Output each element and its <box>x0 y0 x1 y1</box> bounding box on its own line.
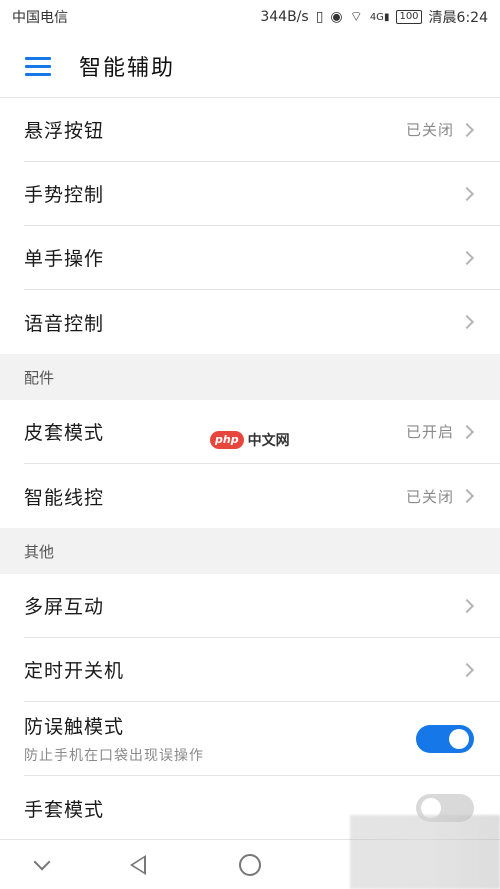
row-label: 皮套模式 <box>24 422 105 444</box>
eye-comfort-icon: ◉ <box>330 9 343 25</box>
section-header-other: 其他 <box>0 528 500 574</box>
row-mistouch-mode[interactable]: 防误触模式 防止手机在口袋出现误操作 <box>24 702 500 776</box>
nav-back-button[interactable] <box>108 840 168 889</box>
chevron-right-icon <box>459 122 475 137</box>
nav-home-button[interactable] <box>220 840 280 889</box>
chevron-right-icon <box>459 250 475 265</box>
row-label: 手套模式 <box>24 798 105 821</box>
chevron-right-icon <box>459 598 475 613</box>
row-label: 定时开关机 <box>24 660 125 682</box>
chevron-right-icon <box>459 424 475 439</box>
row-floating-button[interactable]: 悬浮按钮 已关闭 <box>24 98 500 162</box>
chevron-right-icon <box>459 314 475 330</box>
row-label: 防误触模式 <box>24 716 125 738</box>
row-label: 单手操作 <box>24 248 105 270</box>
home-circle-icon <box>239 854 261 876</box>
row-flip-cover-mode[interactable]: 皮套模式 已开启 <box>24 400 500 464</box>
chevron-right-icon <box>459 662 475 677</box>
status-bar: 中国电信 344B/s ▯ ◉ ⌔ 4G▮ 100 清晨6:24 <box>0 0 500 34</box>
row-multi-screen[interactable]: 多屏互动 <box>24 574 500 638</box>
menu-icon[interactable] <box>25 55 53 77</box>
row-label: 多屏互动 <box>24 596 105 618</box>
row-label: 语音控制 <box>24 312 105 335</box>
row-label: 智能线控 <box>24 486 105 509</box>
row-value: 已关闭 <box>405 121 454 139</box>
signal-icon: 4G▮ <box>369 11 390 23</box>
row-value: 已关闭 <box>405 487 454 506</box>
page-title: 智能辅助 <box>79 55 176 81</box>
vibrate-icon: ▯ <box>315 9 324 25</box>
settings-group-accessories: 皮套模式 已开启 智能线控 已关闭 <box>0 400 500 528</box>
wifi-icon: ⌔ <box>349 9 363 25</box>
row-label: 悬浮按钮 <box>24 120 105 142</box>
section-header-accessories: 配件 <box>0 354 500 400</box>
clock: 清晨6:24 <box>428 10 488 26</box>
settings-list[interactable]: 悬浮按钮 已关闭 手势控制 单手操作 语音控制 配件 皮套模式 已开启 智能线控… <box>0 98 500 839</box>
row-smart-remote[interactable]: 智能线控 已关闭 <box>24 464 500 528</box>
app-bar: 智能辅助 <box>0 34 500 98</box>
row-label: 手势控制 <box>24 184 105 206</box>
battery-icon: 100 <box>396 10 422 24</box>
mistouch-toggle[interactable] <box>416 724 474 753</box>
pixelated-overlay <box>350 815 500 889</box>
chevron-right-icon <box>459 488 475 504</box>
net-speed: 344B/s <box>260 9 309 25</box>
status-icons: 344B/s ▯ ◉ ⌔ 4G▮ 100 清晨6:24 <box>260 7 488 27</box>
back-triangle-icon <box>130 855 146 875</box>
settings-group-main: 悬浮按钮 已关闭 手势控制 单手操作 语音控制 <box>0 98 500 354</box>
settings-group-other: 多屏互动 定时开关机 防误触模式 防止手机在口袋出现误操作 手套模式 <box>0 574 500 839</box>
chevron-down-icon <box>33 853 51 871</box>
nav-collapse-button[interactable] <box>12 840 72 889</box>
carrier-label: 中国电信 <box>12 10 68 26</box>
row-scheduled-power[interactable]: 定时开关机 <box>24 638 500 702</box>
row-voice-control[interactable]: 语音控制 <box>24 290 500 354</box>
row-value: 已开启 <box>405 423 454 441</box>
row-gesture-control[interactable]: 手势控制 <box>24 162 500 226</box>
row-subtitle: 防止手机在口袋出现误操作 <box>24 748 204 764</box>
chevron-right-icon <box>459 186 475 201</box>
row-one-hand-mode[interactable]: 单手操作 <box>24 226 500 290</box>
